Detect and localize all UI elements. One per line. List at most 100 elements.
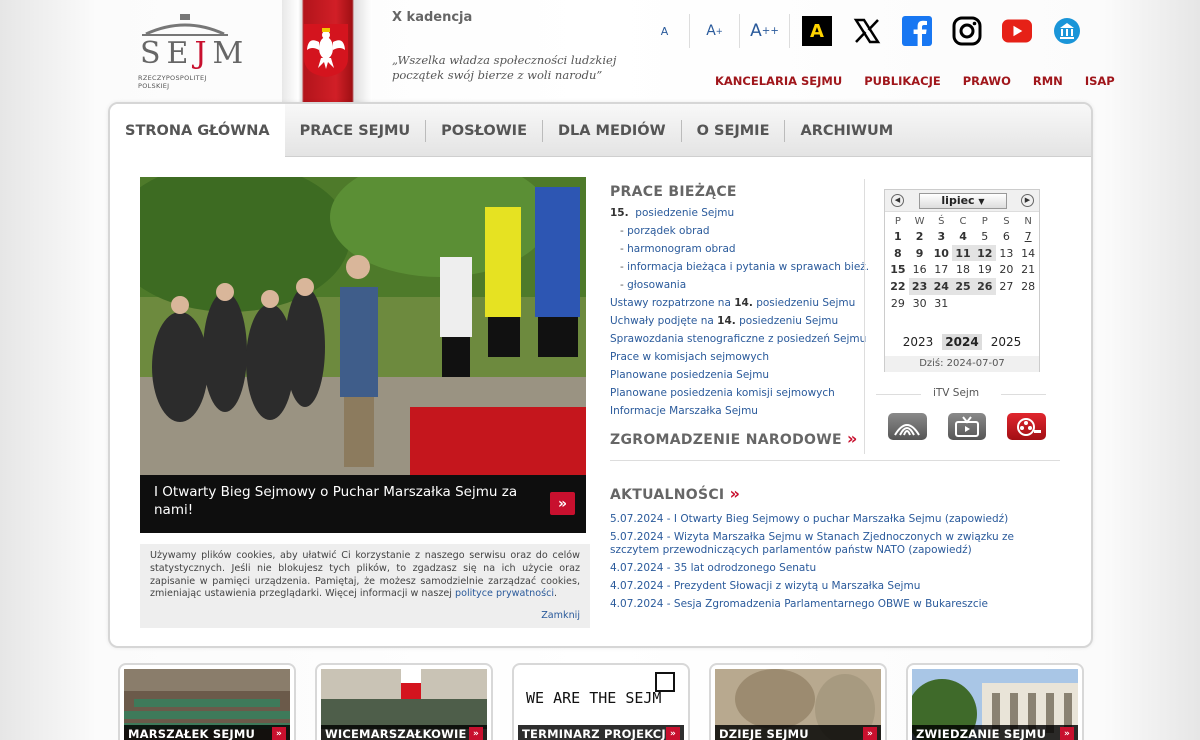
font-size-medium-button[interactable]: A + (690, 14, 740, 48)
calendar-day[interactable]: 30 (909, 295, 931, 312)
instagram-icon[interactable] (952, 16, 982, 46)
calendar-day[interactable]: 11 (952, 244, 974, 262)
resolutions-number: 14. (717, 315, 736, 327)
month-select[interactable]: lipiec ▼ (919, 193, 1007, 209)
agenda-link[interactable]: porządek obrad (610, 222, 860, 240)
topnav-rmn[interactable]: RMN (1033, 74, 1063, 88)
committee-work-link[interactable]: Prace w komisjach sejmowych (610, 348, 860, 366)
current-info-link[interactable]: informacja bieżąca i pytania w sprawach … (610, 258, 869, 276)
national-assembly-link[interactable]: ZGROMADZENIE NARODOWE » (610, 429, 858, 448)
news-item[interactable]: 4.07.2024 - Sesja Zgromadzenia Parlament… (610, 598, 1050, 611)
tile-marszalek[interactable]: MARSZAŁEK SEJMU » (118, 663, 296, 740)
calendar-day[interactable]: 13 (996, 245, 1018, 262)
film-reel-icon[interactable] (1007, 413, 1047, 440)
calendar-day[interactable]: 4 (952, 228, 974, 245)
calendar-day[interactable]: 21 (1017, 261, 1039, 278)
schedule-link[interactable]: harmonogram obrad (610, 240, 860, 258)
font-size-large-button[interactable]: A ++ (740, 14, 790, 48)
calendar-prev-icon[interactable]: ◀ (891, 194, 904, 207)
high-contrast-button[interactable]: A (802, 16, 832, 46)
topnav-kancelaria[interactable]: KANCELARIA SEJMU (715, 74, 842, 88)
calendar-header: ◀ lipiec ▼ ▶ (885, 190, 1039, 212)
calendar-day[interactable]: 14 (1017, 245, 1039, 262)
hero-more-button[interactable]: » (550, 492, 575, 515)
voting-link[interactable]: głosowania (610, 276, 860, 294)
calendar-day[interactable]: 27 (996, 278, 1018, 295)
tile-label-text: WICEMARSZAŁKOWIE (325, 727, 467, 740)
calendar-day[interactable]: 22 (887, 278, 909, 295)
calendar-day[interactable]: 23 (908, 278, 931, 295)
stenographic-reports-link[interactable]: Sprawozdania stenograficzne z posiedzeń … (610, 330, 866, 348)
tab-dla-mediow[interactable]: DLA MEDIÓW (543, 104, 681, 157)
planned-sessions-link[interactable]: Planowane posiedzenia Sejmu (610, 366, 860, 384)
tab-o-sejmie[interactable]: O SEJMIE (682, 104, 785, 157)
calendar-day[interactable]: 5 (974, 228, 996, 245)
news-item[interactable]: 5.07.2024 - Wizyta Marszałka Sejmu w Sta… (610, 531, 1050, 557)
x-icon[interactable] (852, 16, 882, 46)
calendar-day[interactable]: 15 (887, 261, 909, 278)
calendar-day[interactable]: 17 (930, 261, 952, 278)
privacy-policy-link[interactable]: polityce prywatności (455, 588, 554, 599)
topnav-prawo[interactable]: PRAWO (963, 74, 1011, 88)
facebook-icon[interactable] (902, 16, 932, 46)
hero-caption-text[interactable]: I Otwarty Bieg Sejmowy o Puchar Marszałk… (154, 483, 534, 519)
calendar-day[interactable]: 16 (909, 261, 931, 278)
news-item[interactable]: 5.07.2024 - I Otwarty Bieg Sejmowy o puc… (610, 513, 1050, 526)
news-title[interactable]: AKTUALNOŚCI » (610, 484, 1050, 503)
calendar-day[interactable]: 24 (930, 278, 953, 295)
news-item[interactable]: 4.07.2024 - Prezydent Słowacji z wizytą … (610, 580, 1050, 593)
calendar-day[interactable]: 12 (973, 244, 996, 262)
bills-link[interactable]: Ustawy rozpatrzone na 14. posiedzeniu Se… (610, 294, 860, 312)
calendar-next-icon[interactable]: ▶ (1021, 194, 1034, 207)
calendar-day[interactable]: 10 (930, 245, 952, 262)
tile-label: TERMINARZ PROJEKCJI» (518, 725, 684, 740)
tile-terminarz[interactable]: WE ARE THE SEJM TERMINARZ PROJEKCJI» (512, 663, 690, 740)
calendar-day[interactable]: 3 (930, 228, 952, 245)
calendar-day[interactable]: 28 (1017, 278, 1039, 295)
year-2024[interactable]: 2024 (942, 334, 982, 350)
calendar-day[interactable]: 20 (996, 261, 1018, 278)
calendar-day[interactable]: 29 (887, 295, 909, 312)
weekday-header: P (981, 215, 988, 227)
planned-committee-sessions-link[interactable]: Planowane posiedzenia komisji sejmowych (610, 384, 860, 402)
tab-poslowie[interactable]: POSŁOWIE (426, 104, 542, 157)
tv-icon[interactable] (947, 413, 987, 440)
calendar-day[interactable]: 19 (974, 261, 996, 278)
cookie-close-button[interactable]: Zamknij (541, 610, 580, 623)
calendar-day[interactable]: 6 (996, 228, 1018, 245)
topnav-isap[interactable]: ISAP (1085, 74, 1115, 88)
sejm-logo[interactable]: SEJM RZECZYPOSPOLITEJ POLSKIEJ (130, 12, 243, 90)
calendar-day[interactable]: 25 (952, 278, 974, 295)
hero-slider[interactable]: I Otwarty Bieg Sejmowy o Puchar Marszałk… (140, 177, 586, 533)
museum-icon[interactable] (1052, 16, 1082, 46)
calendar-day[interactable]: 26 (973, 278, 996, 295)
broadcast-icon[interactable] (888, 413, 927, 440)
speaker-info-link[interactable]: Informacje Marszałka Sejmu (610, 402, 860, 420)
youtube-icon[interactable] (1002, 16, 1032, 46)
chevron-down-icon: ▼ (978, 197, 985, 206)
calendar-empty (974, 295, 996, 312)
year-2025[interactable]: 2025 (988, 334, 1025, 350)
tab-archiwum[interactable]: ARCHIWUM (785, 104, 908, 157)
calendar-day[interactable]: 31 (930, 295, 952, 312)
logo-brand: SEJM (140, 36, 250, 71)
calendar-day[interactable]: 8 (887, 245, 909, 262)
tile-dzieje[interactable]: DZIEJE SEJMU » (709, 663, 887, 740)
calendar-day[interactable]: 7 (1017, 228, 1039, 245)
tile-wicemarszalkowie[interactable]: WICEMARSZAŁKOWIE» (315, 663, 493, 740)
calendar-day[interactable]: 18 (952, 261, 974, 278)
sejm-dome-icon (142, 14, 228, 36)
font-size-small-button[interactable]: A (640, 14, 690, 48)
tile-label-text: MARSZAŁEK SEJMU (128, 727, 256, 740)
year-2023[interactable]: 2023 (900, 334, 937, 350)
tab-strona-glowna[interactable]: STRONA GŁÓWNA (110, 104, 285, 158)
session-link[interactable]: 15. posiedzenie Sejmu (610, 204, 860, 222)
tab-prace-sejmu[interactable]: PRACE SEJMU (285, 104, 426, 157)
topnav-publikacje[interactable]: PUBLIKACJE (864, 74, 941, 88)
calendar-day[interactable]: 1 (887, 228, 909, 245)
calendar-day[interactable]: 9 (909, 245, 931, 262)
resolutions-link[interactable]: Uchwały podjęte na 14. posiedzeniu Sejmu (610, 312, 860, 330)
news-item[interactable]: 4.07.2024 - 35 lat odrodzonego Senatu (610, 562, 1050, 575)
calendar-day[interactable]: 2 (909, 228, 931, 245)
tile-zwiedzanie[interactable]: ZWIEDZANIE SEJMU » (906, 663, 1084, 740)
